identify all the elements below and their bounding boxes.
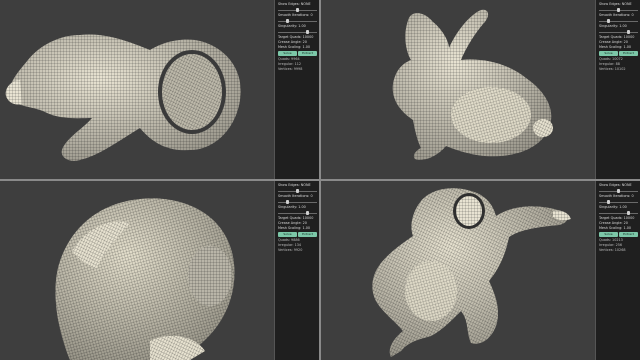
vertices-stat: Vertices: 10268 [599,248,626,252]
smooth-slider[interactable] [278,200,317,204]
viewport-bunny[interactable]: Show Edges: NONE Smooth Iterations: 0 Si… [321,0,640,179]
control-panel: Show Edges: NONE Smooth Iterations: 0 Si… [595,181,640,360]
armadillo-mesh[interactable] [321,181,591,360]
solve-button[interactable]: Solve [278,232,297,237]
edges-slider[interactable] [599,189,638,193]
control-panel: Show Edges: NONE Smooth Iterations: 0 Si… [595,0,640,179]
extract-button[interactable]: Extract [619,232,638,237]
scaling-label: Mesh Scaling: 1.00 [278,226,311,230]
smooth-slider[interactable] [599,200,638,204]
edges-label: Show Edges: NONE [278,183,311,187]
edges-slider[interactable] [278,8,317,12]
vertices-stat: Vertices: 10102 [599,67,626,71]
bunny-mesh[interactable] [321,0,591,179]
smooth-label: Smooth Iterations: 0 [599,13,634,17]
singularity-slider[interactable] [278,211,317,215]
smooth-label: Smooth Iterations: 0 [599,194,634,198]
solve-button[interactable]: Solve [599,232,618,237]
viewport-head[interactable]: Show Edges: NONE Smooth Iterations: 0 Si… [0,181,319,360]
singularity-label: Singularity: 1.00 [599,205,627,209]
singularity-label: Singularity: 1.00 [278,24,306,28]
control-panel: Show Edges: NONE Smooth Iterations: 0 Si… [274,181,319,360]
extract-button[interactable]: Extract [298,51,317,56]
scaling-label: Mesh Scaling: 1.00 [278,45,311,49]
viewport-grid: Show Edges: NONE Smooth Iterations: 0 Si… [0,0,640,360]
smooth-label: Smooth Iterations: 0 [278,13,313,17]
edges-label: Show Edges: NONE [278,2,311,6]
smooth-slider[interactable] [278,19,317,23]
viewport-horn[interactable]: Show Edges: NONE Smooth Iterations: 0 Si… [0,0,319,179]
singularity-label: Singularity: 1.00 [599,24,627,28]
horn-mesh[interactable] [0,0,270,179]
scaling-label: Mesh Scaling: 1.00 [599,45,632,49]
viewport-armadillo[interactable]: Show Edges: NONE Smooth Iterations: 0 Si… [321,181,640,360]
extract-button[interactable]: Extract [619,51,638,56]
control-panel: Show Edges: NONE Smooth Iterations: 0 Si… [274,0,319,179]
singularity-slider[interactable] [599,211,638,215]
smooth-label: Smooth Iterations: 0 [278,194,313,198]
scaling-label: Mesh Scaling: 1.00 [599,226,632,230]
solve-button[interactable]: Solve [278,51,297,56]
edges-slider[interactable] [599,8,638,12]
vertices-stat: Vertices: 9998 [278,67,303,71]
edges-slider[interactable] [278,189,317,193]
singularity-label: Singularity: 1.00 [278,205,306,209]
smooth-slider[interactable] [599,19,638,23]
vertices-stat: Vertices: 9920 [278,248,303,252]
edges-label: Show Edges: NONE [599,183,632,187]
solve-button[interactable]: Solve [599,51,618,56]
head-mesh[interactable] [0,181,270,360]
edges-label: Show Edges: NONE [599,2,632,6]
extract-button[interactable]: Extract [298,232,317,237]
singularity-slider[interactable] [278,30,317,34]
singularity-slider[interactable] [599,30,638,34]
